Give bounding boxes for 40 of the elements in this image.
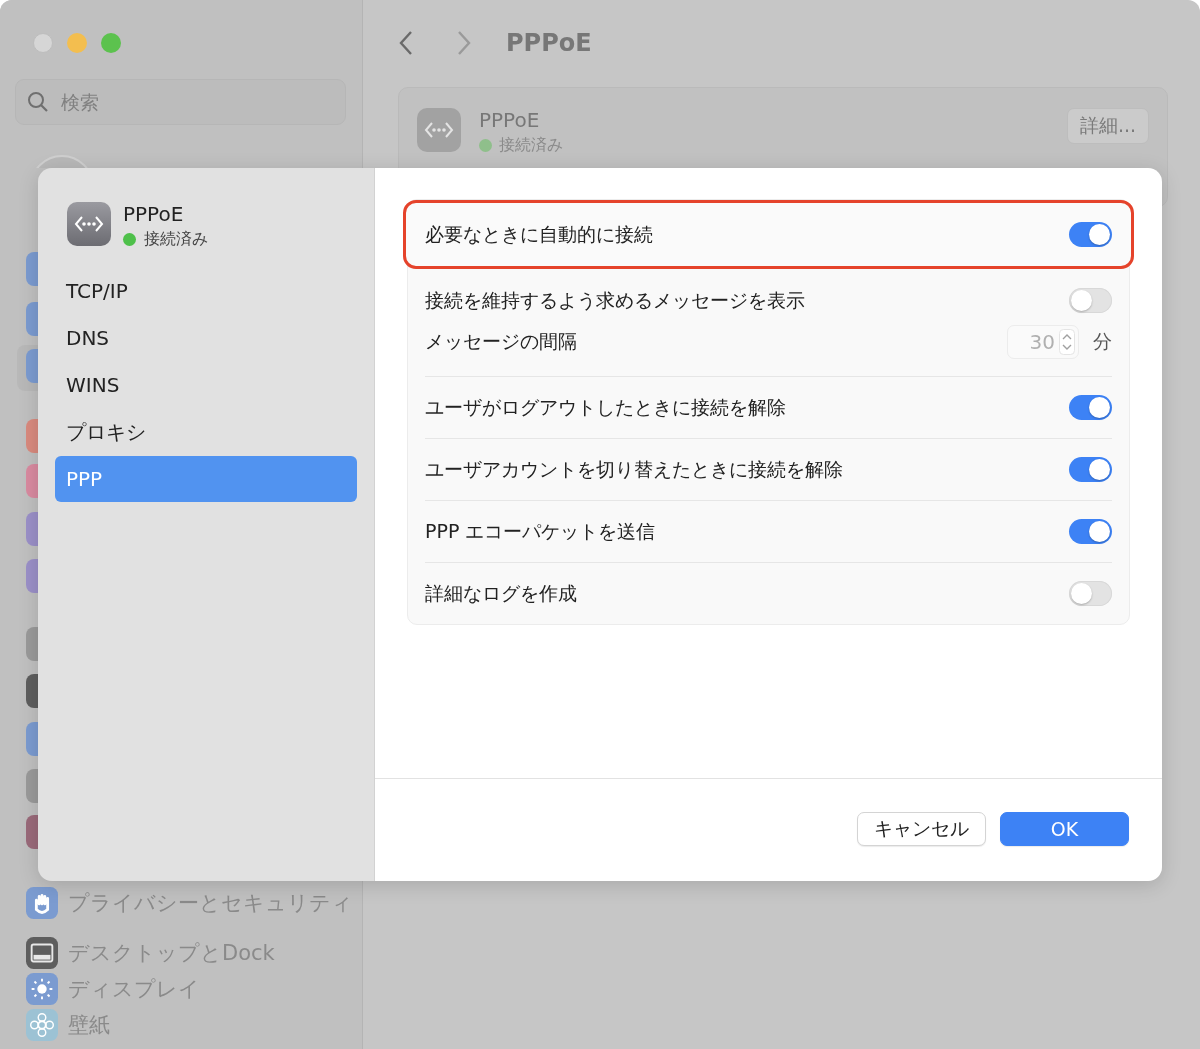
network-icon: [417, 108, 461, 152]
search-field[interactable]: 検索: [15, 79, 346, 125]
nav-item[interactable]: DNS: [55, 315, 357, 361]
status-dot: [479, 139, 492, 152]
back-icon[interactable]: [398, 30, 414, 56]
toggle-switch[interactable]: [1069, 222, 1112, 247]
nav-item[interactable]: WINS: [55, 362, 357, 408]
ok-button[interactable]: OK: [1000, 812, 1129, 846]
toggle-switch[interactable]: [1069, 288, 1112, 313]
setting-label: PPP エコーパケットを送信: [425, 518, 656, 544]
unit-label: 分: [1093, 328, 1112, 354]
toggle-switch[interactable]: [1069, 395, 1112, 420]
setting-label: 接続を維持するよう求めるメッセージを表示: [425, 287, 805, 313]
dock-icon: [26, 937, 58, 969]
setting-label: メッセージの間隔: [425, 328, 577, 354]
nav-item[interactable]: TCP/IP: [55, 268, 357, 314]
window-title: PPPoE: [506, 29, 592, 57]
setting-label: ユーザアカウントを切り替えたときに接続を解除: [425, 456, 843, 482]
flower-icon: [26, 1009, 58, 1041]
setting-label: 必要なときに自動的に接続: [425, 221, 653, 247]
service-name: PPPoE: [479, 108, 541, 132]
close-button[interactable]: [33, 33, 53, 53]
status-dot: [123, 233, 136, 246]
toggle-switch[interactable]: [1069, 457, 1112, 482]
setting-label: 詳細なログを作成: [425, 580, 577, 606]
details-button[interactable]: 詳細...: [1066, 108, 1149, 144]
forward-icon[interactable]: [456, 30, 472, 56]
setting-label: ユーザがログアウトしたときに接続を解除: [425, 394, 786, 420]
cancel-button[interactable]: キャンセル: [857, 812, 986, 846]
network-icon: [67, 202, 111, 246]
zoom-button[interactable]: [101, 33, 121, 53]
nav-item[interactable]: PPP: [55, 456, 357, 502]
status-text: 接続済み: [144, 229, 208, 250]
toggle-switch[interactable]: [1069, 581, 1112, 606]
service-name: PPPoE: [123, 202, 185, 226]
hand-icon: [26, 887, 58, 919]
nav-item[interactable]: プロキシ: [55, 409, 357, 455]
search-icon: [27, 91, 49, 113]
sun-icon: [26, 973, 58, 1005]
toggle-switch[interactable]: [1069, 519, 1112, 544]
